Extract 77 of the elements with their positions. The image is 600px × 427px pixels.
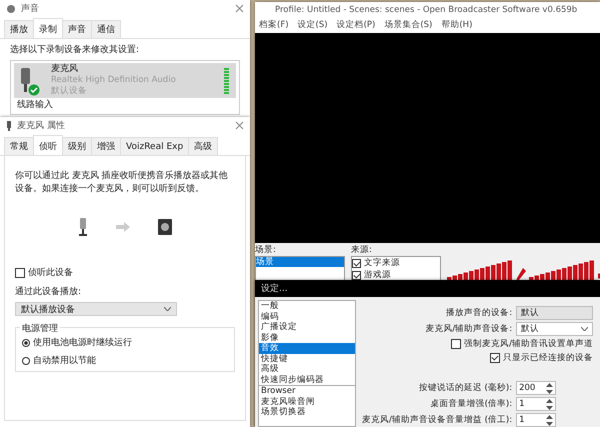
category-item[interactable]: 编码 xyxy=(259,312,355,322)
number-spinner[interactable]: 1 xyxy=(516,413,556,427)
window-title: Profile: Untitled - Scenes: scenes - Open Broadcaster Software v0.659b xyxy=(275,4,578,14)
field-label: 桌面音量增强(倍率): xyxy=(430,398,512,410)
window-title: 麦克风 属性 xyxy=(17,120,66,132)
menu-item[interactable]: 档案(F) xyxy=(259,19,289,31)
checkbox-label: 只显示已经连接的设备 xyxy=(503,352,593,364)
field-label: 通过此设备播放: xyxy=(15,286,82,298)
field-label: 按键说话的延迟 (毫秒): xyxy=(418,382,512,394)
checkbox[interactable] xyxy=(451,339,462,349)
category-item[interactable]: 音效 xyxy=(259,343,355,354)
category-item[interactable]: 影像 xyxy=(259,332,355,343)
close-icon[interactable] xyxy=(235,121,244,130)
category-item[interactable]: 场景切换器 xyxy=(259,407,355,418)
device-item[interactable]: 麦克风 Realtek High Definition Audio 默认设备 xyxy=(14,63,236,98)
tab[interactable]: 常规 xyxy=(4,137,34,155)
listen-checkbox[interactable]: 侦听此设备 xyxy=(15,266,235,279)
device-name: 麦克风 xyxy=(51,64,79,75)
number-spinner[interactable]: 200 xyxy=(516,381,556,395)
spinner-arrows-icon[interactable] xyxy=(546,398,554,410)
radio-button[interactable] xyxy=(22,338,30,346)
device-status: 默认设备 xyxy=(51,86,88,97)
caret-icon xyxy=(581,327,588,331)
field-label: 麦克风/辅助声音设备: xyxy=(424,323,512,335)
dialog-title: 设定... xyxy=(261,282,288,295)
tab[interactable]: 增强 xyxy=(91,137,121,155)
close-icon[interactable] xyxy=(235,4,244,13)
radio-label: 自动禁用以节能 xyxy=(33,354,96,367)
category-item[interactable]: 快速同步编码器 xyxy=(259,374,355,385)
source-item[interactable]: 文字来源 xyxy=(364,257,400,269)
section-label: 场景: xyxy=(255,245,277,256)
field-label: 麦克风/辅助声音设备音量增益 (倍工): xyxy=(362,414,512,426)
checkbox[interactable] xyxy=(15,268,25,278)
category-item[interactable]: 快捷键 xyxy=(259,354,355,364)
radio-button[interactable] xyxy=(22,356,30,364)
tab[interactable]: 播放 xyxy=(4,20,34,38)
spinner-arrows-icon[interactable] xyxy=(546,382,554,394)
spinner-arrows-icon[interactable] xyxy=(546,414,554,426)
category-item[interactable]: 高级 xyxy=(259,364,355,374)
menu-item[interactable]: 设定(S) xyxy=(298,19,328,31)
volume-meter-drawing xyxy=(529,260,595,282)
playback-device-select[interactable]: 默认播放设备 xyxy=(15,302,177,316)
tab[interactable]: 声音 xyxy=(62,20,92,38)
checkbox-label: 侦听此设备 xyxy=(28,266,73,279)
category-item[interactable]: 一般 xyxy=(259,301,355,312)
right-arrow-icon xyxy=(116,222,130,232)
description-text: 你可以通过此 麦克风 插座收听便携音乐播放器或其他设备。如果连接一个麦克风，则可以听到反馈。 xyxy=(15,170,229,196)
device-item[interactable]: 线路输入 xyxy=(14,99,236,112)
device-select[interactable]: 默认 xyxy=(516,322,593,336)
tab[interactable]: 高级 xyxy=(188,137,218,155)
scene-item[interactable]: 场景 xyxy=(256,257,344,267)
category-item[interactable]: Browser xyxy=(259,386,355,396)
tab[interactable]: VoizReal Exp xyxy=(120,137,190,155)
volume-meter-drawing xyxy=(447,260,513,282)
category-item[interactable]: 广播设定 xyxy=(259,322,355,332)
radio-label: 使用电池电源时继续运行 xyxy=(33,336,132,349)
checkbox-label: 强制麦克风/辅助音讯设置单声道 xyxy=(464,338,593,350)
caret-icon xyxy=(164,307,171,311)
window-title: 声音 xyxy=(21,2,40,15)
menu-item[interactable]: 设定档(P) xyxy=(336,19,376,31)
field-label: 播放声音的设备: xyxy=(445,307,512,319)
menu-item[interactable]: 帮助(H) xyxy=(441,19,472,31)
device-name: 线路输入 xyxy=(17,100,54,111)
level-meter-drawing xyxy=(224,68,229,94)
tab[interactable]: 级别 xyxy=(62,137,92,155)
device-driver: Realtek High Definition Audio xyxy=(51,75,177,86)
checkbox[interactable] xyxy=(352,270,361,280)
menu-item[interactable]: 场景集合(S) xyxy=(384,19,432,31)
number-spinner[interactable]: 1 xyxy=(516,397,556,411)
instruction-text: 选择以下录制设备来修改其设置: xyxy=(10,44,140,56)
category-item[interactable]: 麦克风噪音闸 xyxy=(259,396,355,407)
section-label: 来源: xyxy=(351,245,373,256)
checkbox[interactable] xyxy=(352,258,361,268)
source-item[interactable]: 游戏源 xyxy=(364,269,391,281)
tab[interactable]: 通信 xyxy=(91,20,121,38)
checkbox[interactable] xyxy=(490,353,500,363)
group-title: 电源管理 xyxy=(20,322,60,335)
